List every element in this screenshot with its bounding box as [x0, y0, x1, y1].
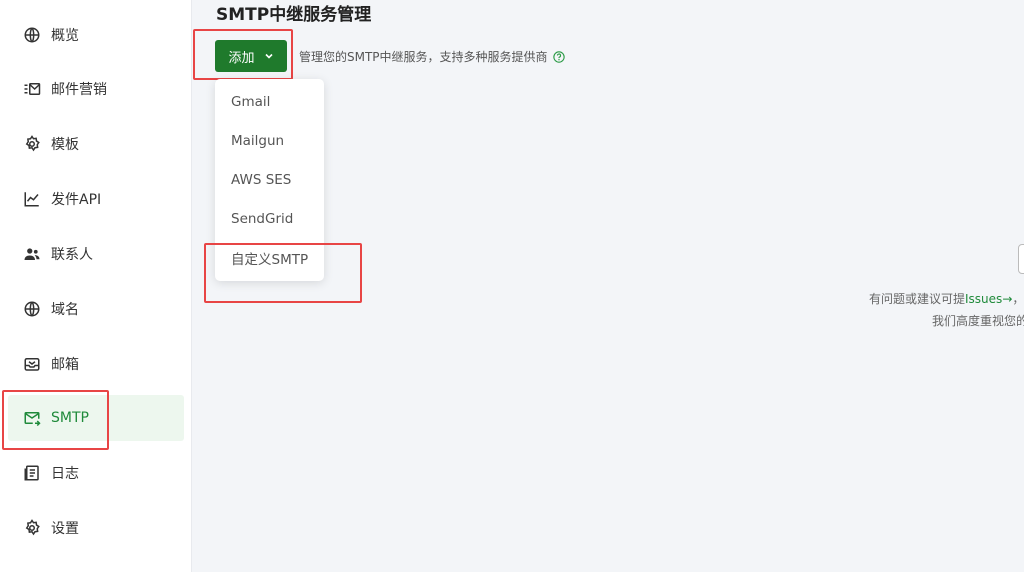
- sidebar-item-domains[interactable]: 域名: [8, 286, 184, 332]
- gear-icon: [23, 135, 41, 153]
- chevron-down-icon: [264, 51, 274, 61]
- sidebar-item-settings[interactable]: 设置: [8, 505, 184, 551]
- sidebar-item-logs[interactable]: 日志: [8, 450, 184, 496]
- arrow-right-icon: →: [1002, 292, 1013, 306]
- sidebar-item-smtp[interactable]: SMTP: [8, 395, 184, 441]
- page-subtitle: 管理您的SMTP中继服务，支持多种服务提供商: [299, 48, 565, 65]
- sidebar-item-label: 发件API: [51, 192, 102, 208]
- add-button-label: 添加: [228, 50, 255, 66]
- gear-icon: [23, 519, 41, 537]
- sidebar-item-label: 邮箱: [51, 357, 79, 373]
- sidebar-item-contacts[interactable]: 联系人: [8, 231, 184, 277]
- globe-icon: [23, 26, 41, 44]
- sidebar-item-mailbox[interactable]: 邮箱: [8, 341, 184, 387]
- empty-state-icon: [1018, 244, 1024, 274]
- feedback-suffix: ，: [1012, 292, 1024, 306]
- page-title: SMTP中继服务管理: [216, 5, 372, 25]
- chart-line-icon: [23, 190, 41, 208]
- sidebar-item-overview[interactable]: 概览: [8, 12, 184, 58]
- issues-link-label: Issues: [965, 292, 1003, 306]
- log-icon: [23, 464, 41, 482]
- sidebar-item-sending-api[interactable]: 发件API: [8, 176, 184, 222]
- mail-list-icon: [23, 80, 41, 98]
- feedback-line-1: 有问题或建议可提Issues→，: [869, 290, 1024, 307]
- feedback-line-2: 我们高度重视您的: [932, 314, 1024, 328]
- menu-item-gmail[interactable]: Gmail: [215, 83, 324, 121]
- sidebar-item-templates[interactable]: 模板: [8, 121, 184, 167]
- subtitle-text: 管理您的SMTP中继服务，支持多种服务提供商: [299, 50, 548, 64]
- menu-item-aws-ses[interactable]: AWS SES: [215, 161, 324, 199]
- users-icon: [23, 245, 41, 263]
- sidebar-item-label: 设置: [51, 521, 79, 537]
- sidebar-item-label: 邮件营销: [51, 82, 107, 98]
- menu-item-mailgun[interactable]: Mailgun: [215, 122, 324, 160]
- add-dropdown-menu: Gmail Mailgun AWS SES SendGrid 自定义SMTP: [215, 79, 324, 281]
- menu-item-custom-smtp[interactable]: 自定义SMTP: [215, 239, 324, 277]
- help-icon[interactable]: [552, 50, 565, 63]
- mail-forward-icon: [23, 409, 41, 427]
- add-button[interactable]: 添加: [215, 40, 287, 72]
- issues-link[interactable]: Issues→: [965, 292, 1012, 306]
- sidebar-item-label: 域名: [51, 302, 79, 318]
- sidebar-item-label: 模板: [51, 137, 79, 153]
- sidebar-item-label: SMTP: [51, 410, 89, 426]
- sidebar-item-label: 联系人: [51, 247, 93, 263]
- sidebar: 概览 邮件营销 模板 发件API 联系人 域名 邮箱 SMTP 日志 设置: [0, 0, 192, 572]
- sidebar-item-label: 概览: [51, 28, 79, 44]
- globe-icon: [23, 300, 41, 318]
- sidebar-item-label: 日志: [51, 466, 79, 482]
- feedback-prefix: 有问题或建议可提: [869, 292, 966, 306]
- inbox-icon: [23, 355, 41, 373]
- menu-item-sendgrid[interactable]: SendGrid: [215, 200, 324, 238]
- sidebar-item-email-marketing[interactable]: 邮件营销: [8, 66, 184, 112]
